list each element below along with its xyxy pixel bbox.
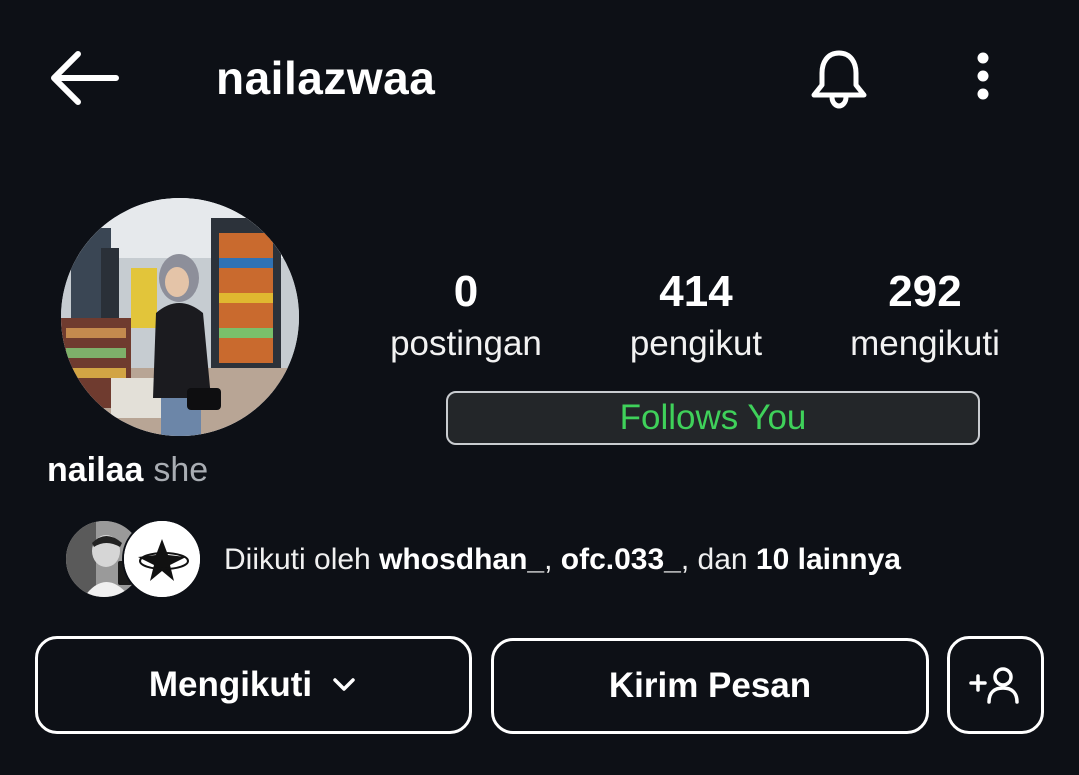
mutual-user-1[interactable]: whosdhan_ [379,543,544,576]
profile-name-line: nailaa she [47,448,208,492]
following-count-value: 292 [888,267,962,316]
mutual-others[interactable]: 10 lainnya [756,543,901,576]
display-name: nailaa [47,451,144,489]
mutual-user-2[interactable]: ofc.033_ [561,543,681,576]
posts-count-value: 0 [453,267,479,316]
chevron-down-icon [330,671,358,699]
followed-by-prefix: Diikuti oleh [224,543,380,576]
mutual-followers-avatars[interactable] [64,519,202,599]
following-count-label: mengikuti [850,324,1000,363]
send-message-button[interactable]: Kirim Pesan [491,638,929,734]
mutual-avatar-2 [122,519,202,599]
followers-count-value: 414 [659,267,733,316]
add-person-icon [968,665,1023,705]
profile-username-title: nailazwaa [216,52,436,104]
more-options-icon[interactable] [962,48,1004,108]
following-button-label: Mengikuti [148,665,313,704]
followers-count-label: pengikut [629,324,763,363]
posts-count: 0 postingan [366,266,566,366]
pronouns: she [153,451,209,489]
followed-by-text[interactable]: Diikuti oleh whosdhan_, ofc.033_, dan 10… [224,538,901,582]
following-count[interactable]: 292 mengikuti [825,266,1025,366]
suggest-users-button[interactable] [947,636,1044,734]
followers-count[interactable]: 414 pengikut [596,266,796,366]
bell-icon[interactable] [806,45,872,111]
posts-count-label: postingan [390,324,542,363]
profile-avatar[interactable] [61,198,299,436]
followed-by-sep2: , dan [680,543,756,576]
send-message-button-label: Kirim Pesan [608,666,812,705]
following-button[interactable]: Mengikuti [35,636,472,734]
follows-you-badge: Follows You [446,391,980,445]
back-arrow-icon[interactable] [46,48,120,108]
followed-by-sep1: , [544,543,561,576]
